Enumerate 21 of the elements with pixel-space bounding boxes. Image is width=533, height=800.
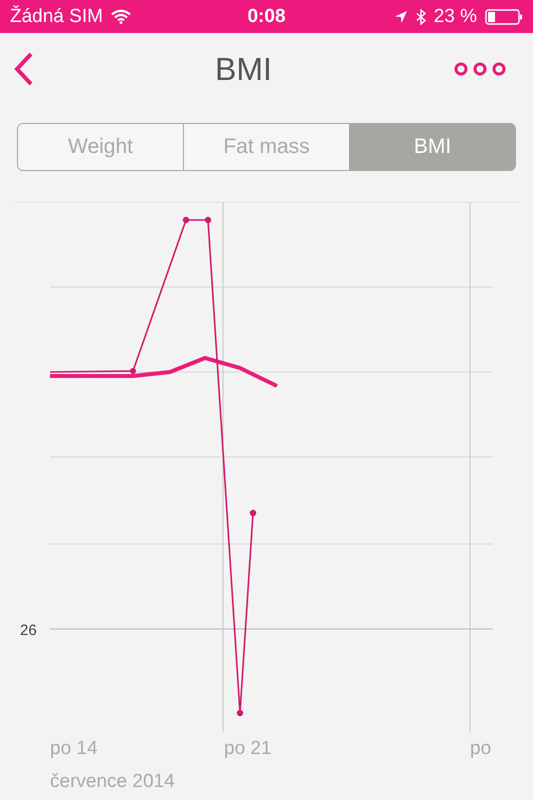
data-point [130, 368, 136, 374]
battery-icon [485, 8, 523, 24]
bluetooth-icon [416, 8, 426, 24]
data-point [204, 216, 212, 224]
data-point [182, 216, 190, 224]
axis-label: 26 [20, 622, 37, 639]
screen-title: BMI [215, 50, 272, 88]
location-arrow-icon [394, 10, 408, 24]
segment-tab[interactable]: BMI [349, 124, 515, 170]
data-point [236, 710, 244, 716]
clock: 0:08 [247, 6, 286, 28]
data-point [250, 510, 256, 516]
back-icon[interactable] [14, 52, 34, 86]
wifi-icon [110, 9, 131, 24]
axis-label: po [470, 738, 492, 759]
carrier-name: Žádná SIM [10, 6, 103, 28]
month-label: července 2014 [50, 771, 175, 792]
axis-label: po 14 [50, 738, 98, 759]
more-icon[interactable] [452, 61, 507, 77]
battery-percentage: 23 % [434, 6, 477, 28]
axis-label: po 21 [224, 738, 272, 759]
